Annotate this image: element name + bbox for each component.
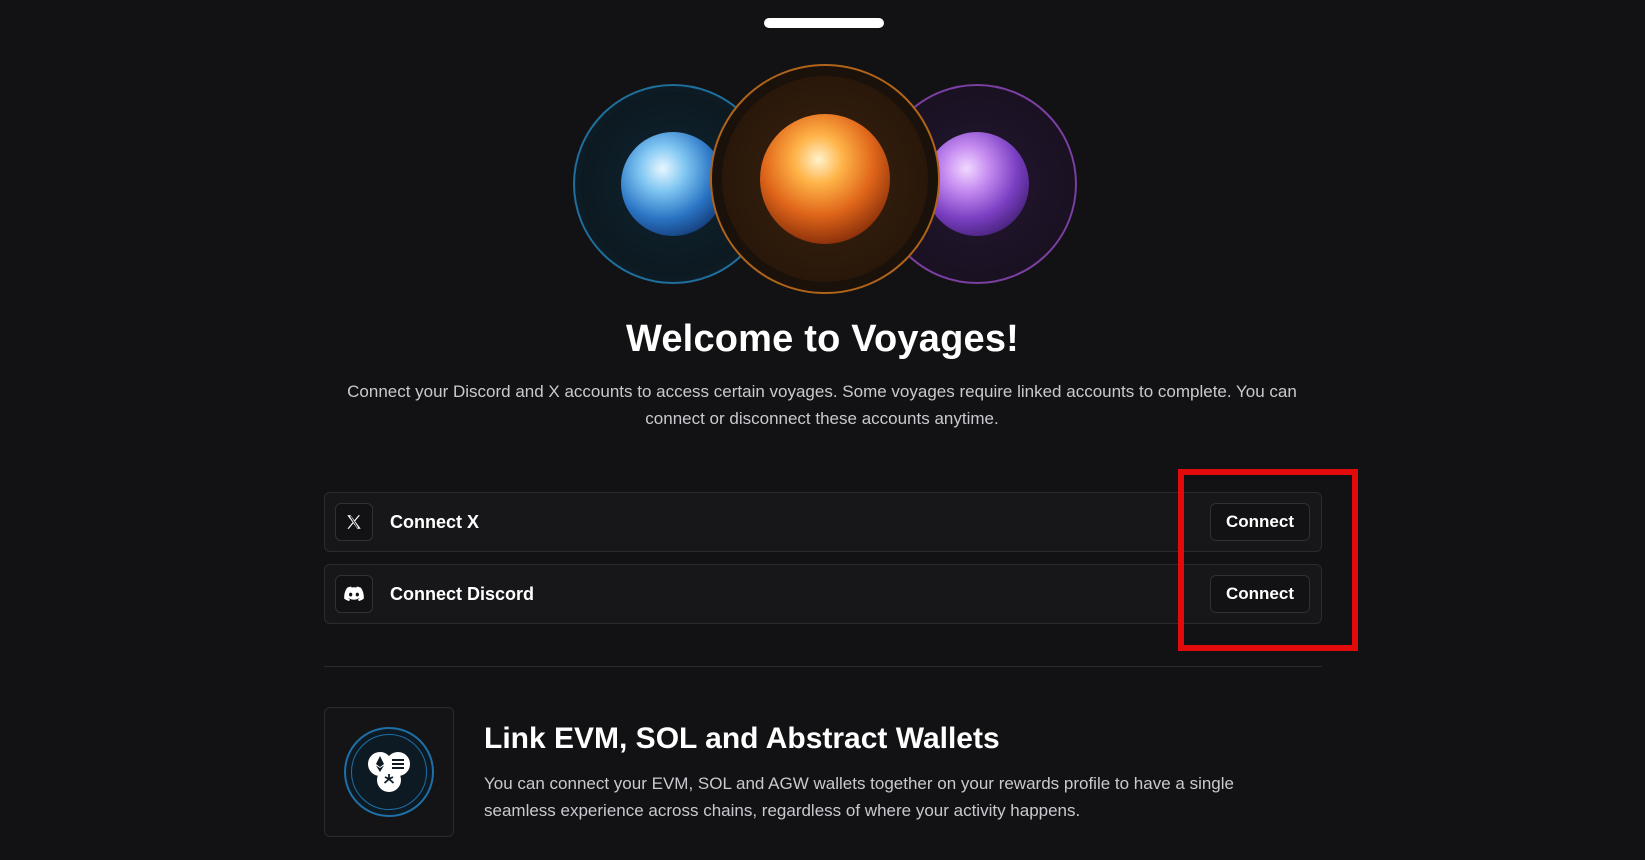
x-logo-icon bbox=[335, 503, 373, 541]
connect-x-row: Connect X Connect bbox=[324, 492, 1322, 552]
section-divider bbox=[324, 666, 1322, 667]
drag-handle[interactable] bbox=[764, 18, 884, 28]
element-orbs-illustration bbox=[573, 64, 1077, 304]
discord-logo-icon bbox=[335, 575, 373, 613]
wallets-title: Link EVM, SOL and Abstract Wallets bbox=[484, 722, 1000, 755]
connect-x-button[interactable]: Connect bbox=[1210, 503, 1310, 541]
connect-x-label: Connect X bbox=[390, 512, 480, 532]
wallet-icon-card bbox=[324, 707, 454, 837]
connect-discord-button[interactable]: Connect bbox=[1210, 575, 1310, 613]
page-title: Welcome to Voyages! bbox=[625, 318, 1020, 360]
multi-chain-wallet-icon bbox=[344, 727, 434, 817]
fire-orb-icon bbox=[710, 64, 940, 294]
page-subtitle: Connect your Discord and X accounts to a… bbox=[347, 382, 1297, 428]
connect-discord-row: Connect Discord Connect bbox=[324, 564, 1322, 624]
connect-discord-label: Connect Discord bbox=[390, 584, 535, 604]
voyages-welcome-modal: Welcome to Voyages! Connect your Discord… bbox=[0, 0, 1645, 860]
wallets-description: You can connect your EVM, SOL and AGW wa… bbox=[484, 774, 1234, 820]
